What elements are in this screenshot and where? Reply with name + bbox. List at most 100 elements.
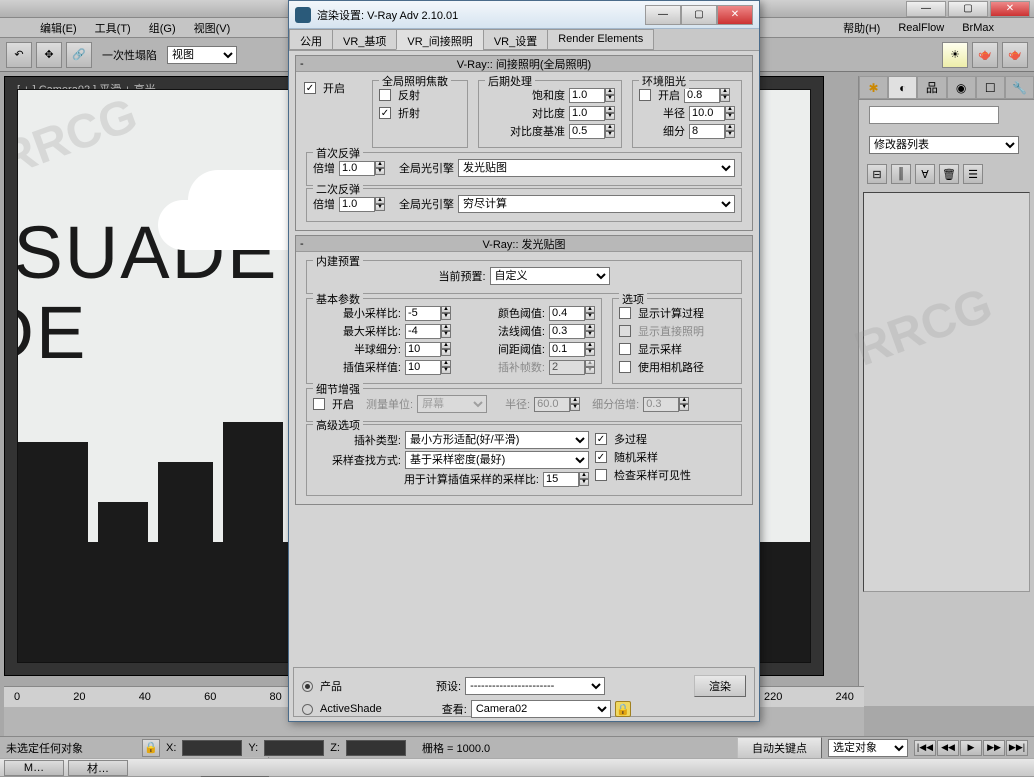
prev-frame-icon[interactable]: ◀◀ bbox=[937, 740, 959, 756]
min-rate-input[interactable] bbox=[405, 306, 441, 321]
randomize-checkbox[interactable] bbox=[595, 451, 607, 463]
tool-render-setup-icon[interactable]: ☀ bbox=[942, 42, 968, 68]
options-label: 选项 bbox=[619, 291, 647, 307]
cmdtab-utilities-icon[interactable]: 🔧 bbox=[1005, 76, 1034, 99]
y-field[interactable] bbox=[264, 740, 324, 756]
ao-label: 环境阻光 bbox=[639, 73, 689, 89]
production-radio[interactable] bbox=[302, 681, 313, 692]
stack-pin-icon[interactable]: ⊟ bbox=[867, 164, 887, 184]
dist-thresh-input[interactable] bbox=[549, 342, 585, 357]
z-field[interactable] bbox=[346, 740, 406, 756]
main-minimize-button[interactable]: — bbox=[906, 1, 946, 17]
clr-thresh-input[interactable] bbox=[549, 306, 585, 321]
viewport-text-2: IDE bbox=[17, 290, 87, 375]
cmdtab-motion-icon[interactable]: ◉ bbox=[947, 76, 976, 99]
ao-radius-input[interactable] bbox=[689, 106, 725, 121]
view-dropdown[interactable]: Camera02 bbox=[471, 700, 611, 718]
next-frame-icon[interactable]: ▶▶ bbox=[983, 740, 1005, 756]
max-rate-input[interactable] bbox=[405, 324, 441, 339]
menu-edit[interactable]: 编辑(E) bbox=[40, 20, 77, 36]
primary-engine-dropdown[interactable]: 发光贴图 bbox=[458, 159, 735, 177]
object-name-field[interactable] bbox=[869, 106, 999, 124]
ao-subdiv-input[interactable] bbox=[689, 124, 725, 139]
menu-group[interactable]: 组(G) bbox=[149, 20, 176, 36]
x-field[interactable] bbox=[182, 740, 242, 756]
key-target-dropdown[interactable]: 选定对象 bbox=[828, 739, 908, 757]
view-lock-icon[interactable]: 🔒 bbox=[615, 701, 631, 717]
interp-input[interactable] bbox=[405, 360, 441, 375]
rollout-gi-header[interactable]: -V-Ray:: 间接照明(全局照明) bbox=[296, 56, 752, 72]
calc-samples-input[interactable] bbox=[543, 472, 579, 487]
modifier-stack[interactable] bbox=[863, 192, 1030, 592]
cmdtab-modify-icon[interactable]: ◐ bbox=[888, 76, 917, 99]
saturation-input[interactable] bbox=[569, 88, 605, 103]
tool-teapot-icon[interactable]: 🫖 bbox=[972, 42, 998, 68]
auto-key-button[interactable]: 自动关键点 bbox=[737, 737, 822, 759]
dialog-close-button[interactable]: ✕ bbox=[717, 5, 753, 25]
nrm-thresh-input[interactable] bbox=[549, 324, 585, 339]
tab-vray-settings[interactable]: VR_设置 bbox=[483, 29, 548, 50]
dialog-maximize-button[interactable]: ▢ bbox=[681, 5, 717, 25]
ao-enable-checkbox[interactable] bbox=[639, 89, 651, 101]
menu-help[interactable]: 帮助(H) bbox=[843, 20, 880, 36]
contrast-input[interactable] bbox=[569, 106, 605, 121]
preset-dropdown[interactable]: ----------------------- bbox=[465, 677, 605, 695]
gi-reflect-checkbox[interactable] bbox=[379, 89, 391, 101]
modifier-list-dropdown[interactable]: 修改器列表 bbox=[869, 136, 1019, 154]
secondary-engine-dropdown[interactable]: 穷尽计算 bbox=[458, 195, 735, 213]
camera-path-checkbox[interactable] bbox=[619, 361, 631, 373]
lookup-dropdown[interactable]: 基于采样密度(最好) bbox=[405, 451, 589, 469]
gi-enable-checkbox[interactable] bbox=[304, 82, 316, 94]
stack-remove-icon[interactable]: 🗑 bbox=[939, 164, 959, 184]
view-selector[interactable]: 视图 bbox=[167, 46, 237, 64]
tool-undo-icon[interactable]: ↶ bbox=[6, 42, 32, 68]
grid-label: 栅格 = 1000.0 bbox=[422, 740, 490, 756]
tool-move-icon[interactable]: ✥ bbox=[36, 42, 62, 68]
main-close-button[interactable]: ✕ bbox=[990, 1, 1030, 17]
taskbar-item-1[interactable]: M… bbox=[4, 760, 64, 776]
tab-vray-base[interactable]: VR_基项 bbox=[332, 29, 397, 50]
contrast-base-input[interactable] bbox=[569, 124, 605, 139]
multipass-checkbox[interactable] bbox=[595, 433, 607, 445]
ao-amount-input[interactable] bbox=[684, 88, 720, 103]
cmdtab-display-icon[interactable]: ☐ bbox=[976, 76, 1005, 99]
activeshade-radio[interactable] bbox=[302, 704, 313, 715]
menu-brmax[interactable]: BrMax bbox=[962, 22, 994, 34]
cmdtab-create-icon[interactable]: ✱ bbox=[859, 76, 888, 99]
tool-teapot2-icon[interactable]: 🫖 bbox=[1002, 42, 1028, 68]
dialog-minimize-button[interactable]: — bbox=[645, 5, 681, 25]
irr-preset-dropdown[interactable]: 自定义 bbox=[490, 267, 610, 285]
render-button[interactable]: 渲染 bbox=[694, 675, 746, 697]
tab-vray-gi[interactable]: VR_间接照明 bbox=[396, 29, 483, 50]
stack-unique-icon[interactable]: ∀ bbox=[915, 164, 935, 184]
spinner-down-icon[interactable]: ▼ bbox=[605, 95, 615, 102]
tool-link-icon[interactable]: 🔗 bbox=[66, 42, 92, 68]
menu-realflow[interactable]: RealFlow bbox=[898, 22, 944, 34]
interp-type-dropdown[interactable]: 最小方形适配(好/平滑) bbox=[405, 431, 589, 449]
stack-config-icon[interactable]: ☰ bbox=[963, 164, 983, 184]
detail-enable-checkbox[interactable] bbox=[313, 398, 325, 410]
play-icon[interactable]: ▶ bbox=[960, 740, 982, 756]
spinner-up-icon[interactable]: ▲ bbox=[605, 88, 615, 95]
menu-tools[interactable]: 工具(T) bbox=[95, 20, 131, 36]
check-visibility-checkbox[interactable] bbox=[595, 469, 607, 481]
taskbar-item-2[interactable]: 材… bbox=[68, 760, 128, 776]
primary-mult-input[interactable] bbox=[339, 161, 375, 176]
rollout-irradiance-header[interactable]: -V-Ray:: 发光贴图 bbox=[296, 236, 752, 252]
main-maximize-button[interactable]: ▢ bbox=[948, 1, 988, 17]
gi-refract-checkbox[interactable] bbox=[379, 107, 391, 119]
goto-end-icon[interactable]: ▶▶| bbox=[1006, 740, 1028, 756]
show-calc-checkbox[interactable] bbox=[619, 307, 631, 319]
tab-common[interactable]: 公用 bbox=[289, 29, 333, 50]
hsph-input[interactable] bbox=[405, 342, 441, 357]
tab-render-elements[interactable]: Render Elements bbox=[547, 29, 654, 50]
show-samples-checkbox[interactable] bbox=[619, 343, 631, 355]
secondary-mult-input[interactable] bbox=[339, 197, 375, 212]
dialog-titlebar[interactable]: 渲染设置: V-Ray Adv 2.10.01 — ▢ ✕ bbox=[289, 1, 759, 29]
cmdtab-hierarchy-icon[interactable]: 品 bbox=[917, 76, 946, 99]
goto-start-icon[interactable]: |◀◀ bbox=[914, 740, 936, 756]
stack-show-icon[interactable]: ║ bbox=[891, 164, 911, 184]
menu-view[interactable]: 视图(V) bbox=[194, 20, 231, 36]
detail-radius-input bbox=[534, 397, 570, 412]
lock-selection-icon[interactable]: 🔒 bbox=[142, 739, 160, 757]
